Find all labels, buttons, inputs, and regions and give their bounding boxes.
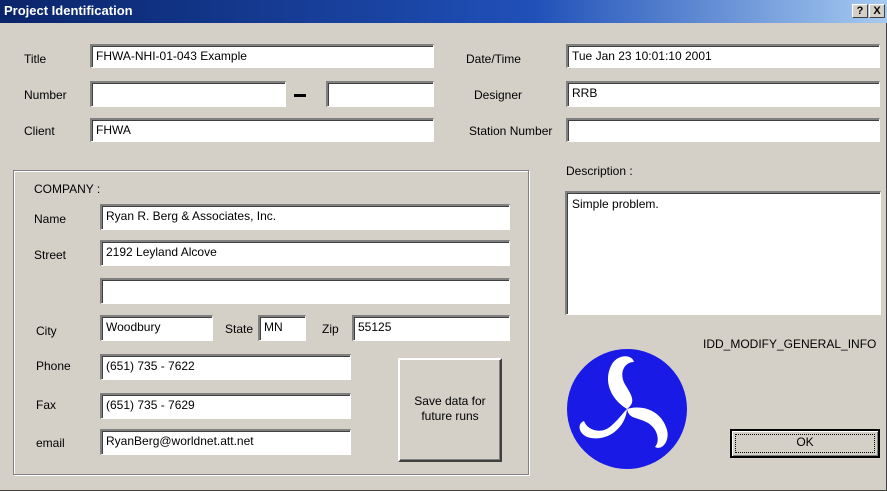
- state-label: State: [225, 322, 254, 336]
- phone-field[interactable]: (651) 735 - 7622: [100, 354, 351, 380]
- station-number-label: Station Number: [469, 124, 553, 138]
- datetime-field[interactable]: Tue Jan 23 10:01:10 2001: [566, 44, 880, 68]
- client-field[interactable]: FHWA: [90, 118, 434, 142]
- number-field-1[interactable]: [90, 81, 286, 107]
- email-label: email: [36, 436, 65, 450]
- ok-button[interactable]: OK: [730, 429, 880, 458]
- save-button-line1: Save data for: [414, 394, 486, 408]
- client-label: Client: [24, 124, 55, 138]
- number-label: Number: [24, 88, 67, 102]
- description-label: Description :: [566, 164, 633, 178]
- phone-label: Phone: [36, 359, 71, 373]
- project-identification-dialog: Project Identification ? X Title FHWA-NH…: [0, 0, 887, 491]
- state-field[interactable]: MN: [258, 315, 306, 341]
- street-field[interactable]: 2192 Leyland Alcove: [100, 240, 510, 266]
- street-label: Street: [34, 248, 67, 262]
- company-name-field[interactable]: Ryan R. Berg & Associates, Inc.: [100, 204, 510, 230]
- save-button-line2: future runs: [421, 409, 479, 423]
- number-separator: [294, 94, 306, 97]
- fax-label: Fax: [36, 398, 57, 412]
- company-name-label: Name: [34, 212, 67, 226]
- designer-label: Designer: [474, 88, 523, 102]
- ok-focus-rect: [735, 434, 875, 453]
- title-bar[interactable]: Project Identification ? X: [0, 0, 887, 23]
- number-field-2[interactable]: [326, 81, 434, 107]
- zip-field[interactable]: 55125: [352, 315, 510, 341]
- save-data-button[interactable]: Save data for future runs: [398, 358, 502, 462]
- title-field[interactable]: FHWA-NHI-01-043 Example: [90, 44, 434, 68]
- fax-field[interactable]: (651) 735 - 7629: [100, 393, 351, 419]
- designer-field[interactable]: RRB: [566, 81, 880, 107]
- title-label: Title: [24, 52, 47, 66]
- station-number-field[interactable]: [566, 118, 880, 142]
- fhwa-logo-icon: [567, 349, 687, 469]
- description-textarea[interactable]: Simple problem.: [565, 191, 881, 315]
- resource-id-text: IDD_MODIFY_GENERAL_INFO: [703, 337, 877, 351]
- zip-label: Zip: [322, 322, 339, 336]
- datetime-label: Date/Time: [466, 52, 521, 66]
- city-label: City: [36, 324, 57, 338]
- city-field[interactable]: Woodbury: [100, 315, 213, 341]
- help-button[interactable]: ?: [852, 4, 868, 18]
- close-button[interactable]: X: [869, 4, 885, 18]
- email-field[interactable]: RyanBerg@worldnet.att.net: [100, 429, 351, 455]
- company-group-label: COMPANY :: [34, 182, 101, 196]
- street-field-2[interactable]: [100, 278, 510, 304]
- window-title: Project Identification: [4, 3, 133, 18]
